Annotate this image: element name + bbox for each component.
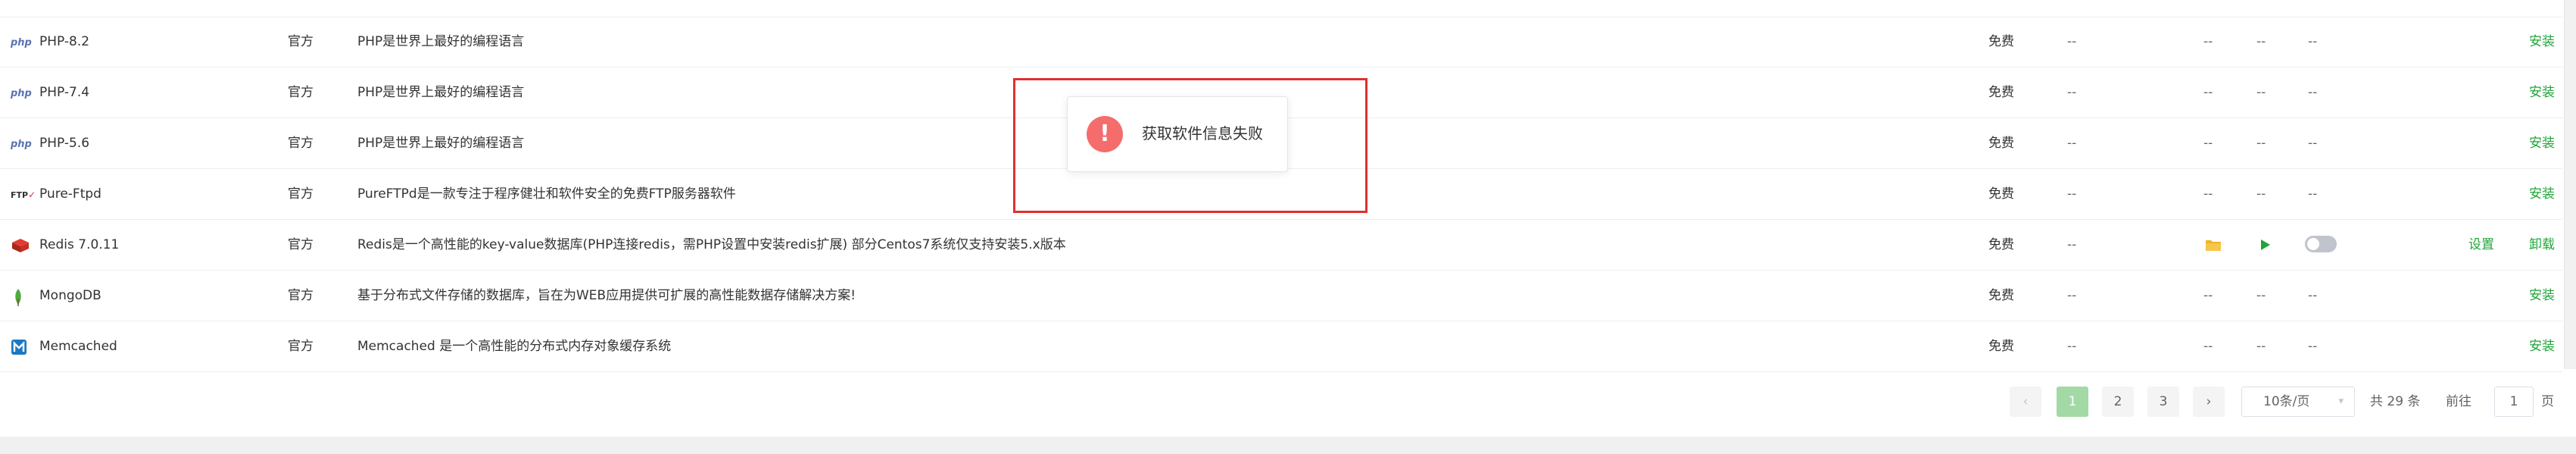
memcached-icon: [11, 339, 32, 355]
error-icon: !: [1087, 116, 1123, 152]
software-type: 官方: [288, 288, 313, 303]
footer-background: [0, 437, 2576, 454]
page-2-button[interactable]: 2: [2102, 387, 2134, 417]
software-price: 免费: [1988, 85, 2014, 100]
php-icon: php: [11, 139, 32, 150]
expire-date: --: [2067, 34, 2077, 49]
expire-date: --: [2067, 339, 2077, 354]
location: --: [2203, 186, 2213, 202]
install-button[interactable]: 安装: [2529, 67, 2555, 117]
software-desc: 基于分布式文件存储的数据库，旨在为WEB应用提供可扩展的高性能数据存储解决方案!: [357, 288, 856, 303]
chevron-down-icon: ▾: [2338, 396, 2344, 407]
home-display-toggle[interactable]: [2305, 236, 2337, 252]
mongodb-icon: [11, 288, 32, 306]
software-name: Memcached: [39, 339, 117, 354]
software-desc: Redis是一个高性能的key-value数据库(PHP连接redis，需PHP…: [357, 237, 1066, 252]
table-row: Redis 7.0.11 官方 Redis是一个高性能的key-value数据库…: [0, 220, 2562, 271]
table-row: php PHP-8.2 官方 PHP是世界上最好的编程语言 免费 -- -- -…: [0, 17, 2562, 67]
page-size-select[interactable]: 10条/页 ▾: [2241, 387, 2355, 417]
software-type: 官方: [288, 34, 313, 49]
ftp-icon: FTP✓: [11, 189, 36, 200]
software-type: 官方: [288, 237, 313, 252]
home-display: --: [2308, 186, 2318, 202]
table-row: MongoDB 官方 基于分布式文件存储的数据库，旨在为WEB应用提供可扩展的高…: [0, 271, 2562, 321]
location: --: [2203, 136, 2213, 151]
software-name: MongoDB: [39, 288, 101, 303]
folder-icon[interactable]: [2205, 238, 2222, 255]
software-price: 免费: [1988, 288, 2014, 303]
software-name: PHP-5.6: [39, 136, 90, 151]
software-price: 免费: [1988, 34, 2014, 49]
page-size-value: 10条/页: [2263, 394, 2310, 409]
home-display: --: [2308, 136, 2318, 151]
goto-suffix: 页: [2541, 394, 2554, 409]
php-icon: php: [11, 37, 32, 49]
software-price: 免费: [1988, 186, 2014, 202]
page-1-button[interactable]: 1: [2057, 387, 2088, 417]
install-button[interactable]: 安装: [2529, 169, 2555, 219]
location: --: [2203, 339, 2213, 354]
table-row: Memcached 官方 Memcached 是一个高性能的分布式内存对象缓存系…: [0, 321, 2562, 372]
uninstall-link[interactable]: 卸载: [2529, 220, 2555, 270]
play-icon[interactable]: [2259, 238, 2272, 255]
vertical-scrollbar[interactable]: [2564, 0, 2576, 369]
status: --: [2256, 339, 2266, 354]
install-button[interactable]: 安装: [2529, 321, 2555, 371]
install-button[interactable]: 安装: [2529, 118, 2555, 168]
install-button[interactable]: 安装: [2529, 271, 2555, 321]
software-price: 免费: [1988, 237, 2014, 252]
software-name: Redis 7.0.11: [39, 237, 120, 252]
software-desc: PHP是世界上最好的编程语言: [357, 136, 525, 151]
status: --: [2256, 34, 2266, 49]
error-message-box: ! 获取软件信息失败: [1067, 96, 1288, 172]
location: --: [2203, 34, 2213, 49]
expire-date: --: [2067, 186, 2077, 202]
total-count: 共 29 条: [2370, 394, 2421, 409]
software-type: 官方: [288, 339, 313, 354]
home-display: --: [2308, 34, 2318, 49]
php-icon: php: [11, 88, 32, 99]
goto-page-input[interactable]: [2494, 387, 2534, 417]
software-type: 官方: [288, 186, 313, 202]
prev-page-button[interactable]: ‹: [2010, 387, 2041, 417]
settings-link[interactable]: 设置: [2468, 220, 2494, 270]
expire-date: --: [2067, 237, 2077, 252]
software-type: 官方: [288, 136, 313, 151]
location: --: [2203, 288, 2213, 303]
page-3-button[interactable]: 3: [2147, 387, 2179, 417]
redis-icon: [11, 237, 32, 252]
software-name: PHP-7.4: [39, 85, 90, 100]
status: --: [2256, 288, 2266, 303]
next-page-button[interactable]: ›: [2193, 387, 2225, 417]
location: --: [2203, 85, 2213, 100]
software-desc: PureFTPd是一款专注于程序健壮和软件安全的免费FTP服务器软件: [357, 186, 736, 202]
software-name: Pure-Ftpd: [39, 186, 101, 202]
software-desc: Memcached 是一个高性能的分布式内存对象缓存系统: [357, 339, 672, 354]
expire-date: --: [2067, 85, 2077, 100]
software-desc: PHP是世界上最好的编程语言: [357, 85, 525, 100]
software-desc: PHP是世界上最好的编程语言: [357, 34, 525, 49]
expire-date: --: [2067, 288, 2077, 303]
status: --: [2256, 186, 2266, 202]
goto-label: 前往: [2446, 394, 2472, 409]
status: --: [2256, 136, 2266, 151]
status: --: [2256, 85, 2266, 100]
home-display: --: [2308, 288, 2318, 303]
software-name: PHP-8.2: [39, 34, 90, 49]
home-display: --: [2308, 339, 2318, 354]
install-button[interactable]: 安装: [2529, 17, 2555, 67]
software-price: 免费: [1988, 339, 2014, 354]
expire-date: --: [2067, 136, 2077, 151]
software-price: 免费: [1988, 136, 2014, 151]
software-type: 官方: [288, 85, 313, 100]
home-display: --: [2308, 85, 2318, 100]
error-message: 获取软件信息失败: [1142, 124, 1263, 142]
